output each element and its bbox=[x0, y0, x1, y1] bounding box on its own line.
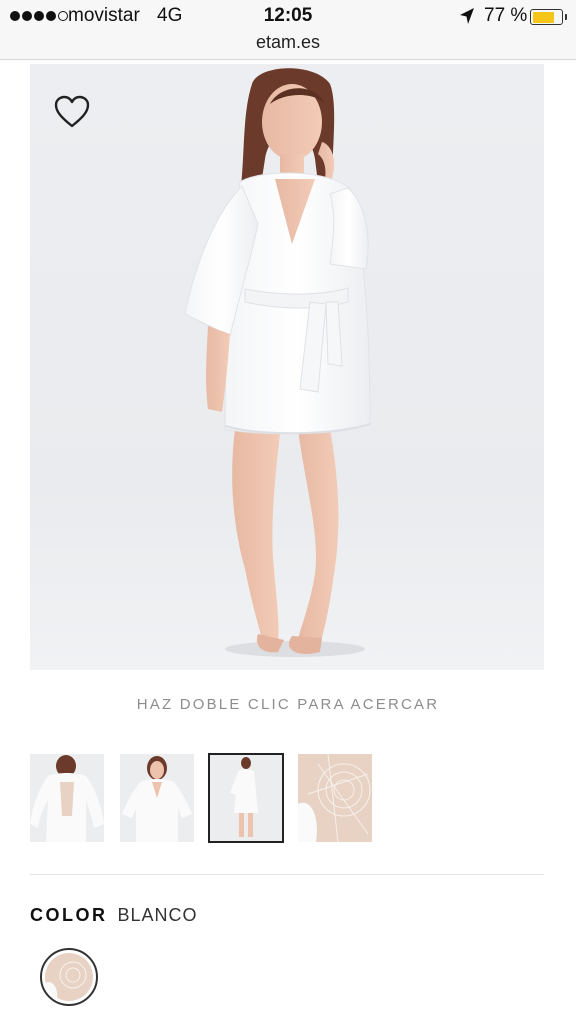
address-bar-url[interactable]: etam.es bbox=[0, 32, 576, 53]
battery-icon bbox=[530, 9, 563, 25]
thumbnail-lace-detail[interactable] bbox=[298, 754, 372, 842]
location-arrow-icon bbox=[460, 8, 474, 24]
battery-level-fill bbox=[532, 11, 555, 23]
battery-nub bbox=[565, 14, 567, 20]
color-swatch-blanco[interactable] bbox=[40, 948, 98, 1006]
color-label: COLOR bbox=[30, 905, 108, 925]
browser-status-bar: movistar 4G 12:05 77 % etam.es bbox=[0, 0, 576, 60]
thumbnail-full-body-selected[interactable] bbox=[208, 753, 284, 843]
swatch-lace-image bbox=[45, 953, 93, 1001]
section-divider bbox=[30, 874, 544, 875]
model-in-white-robe-photo bbox=[184, 68, 371, 657]
product-main-image[interactable] bbox=[30, 64, 544, 670]
color-selection-label: COLOR BLANCO bbox=[30, 905, 198, 926]
ios-status-row: movistar 4G 12:05 77 % bbox=[0, 4, 576, 28]
heart-outline-icon[interactable] bbox=[54, 95, 90, 129]
color-value: BLANCO bbox=[117, 905, 198, 925]
thumbnail-front-view[interactable] bbox=[120, 754, 194, 842]
battery-percent: 77 % bbox=[484, 5, 528, 26]
zoom-hint-text: HAZ DOBLE CLIC PARA ACERCAR bbox=[136, 696, 440, 713]
thumbnail-back-view[interactable] bbox=[30, 754, 104, 842]
